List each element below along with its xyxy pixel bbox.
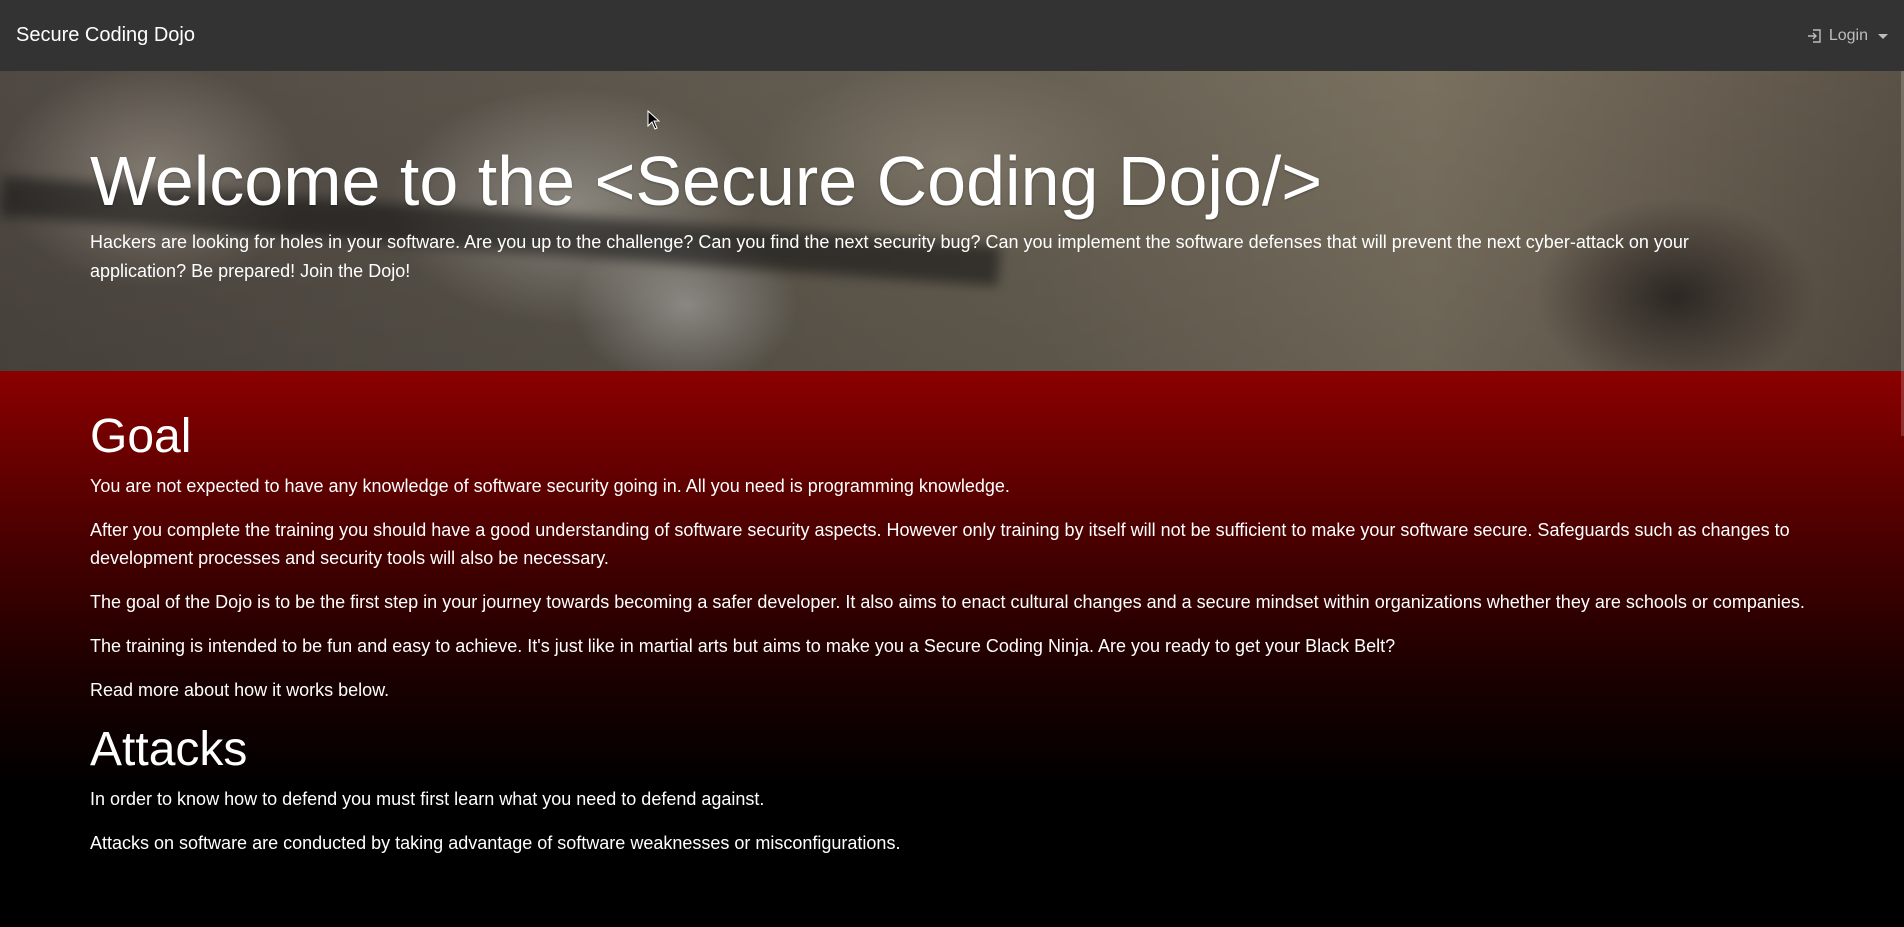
goal-paragraph: You are not expected to have any knowled… [90,476,1010,497]
goal-paragraph: The training is intended to be fun and e… [90,636,1396,657]
main-content: Goal You are not expected to have any kn… [0,371,1904,927]
goal-paragraph: The goal of the Dojo is to be the first … [90,592,1805,613]
goal-section: Goal You are not expected to have any kn… [90,409,1814,704]
hero-title: Welcome to the <Secure Coding Dojo/> [90,142,1323,220]
hero-content: Welcome to the <Secure Coding Dojo/> Hac… [90,141,1754,286]
login-label: Login [1828,26,1868,44]
chevron-down-icon [1878,34,1888,39]
login-arrow-icon [1807,28,1823,44]
goal-title: Goal [90,410,192,463]
hero-lead: Hackers are looking for holes in your so… [90,231,1689,281]
goal-paragraph: After you complete the training you shou… [90,520,1790,569]
attacks-paragraph: Attacks on software are conducted by tak… [90,833,901,854]
goal-paragraph: Read more about how it works below. [90,680,390,701]
attacks-paragraph: In order to know how to defend you must … [90,789,765,810]
attacks-title: Attacks [90,723,248,777]
brand-link[interactable]: Secure Coding Dojo [16,24,195,47]
top-navbar: Secure Coding Dojo Login [0,0,1904,71]
login-dropdown[interactable]: Login [1807,27,1888,45]
hero-banner: Welcome to the <Secure Coding Dojo/> Hac… [0,71,1904,371]
attacks-section: Attacks In order to know how to defend y… [90,722,1814,857]
